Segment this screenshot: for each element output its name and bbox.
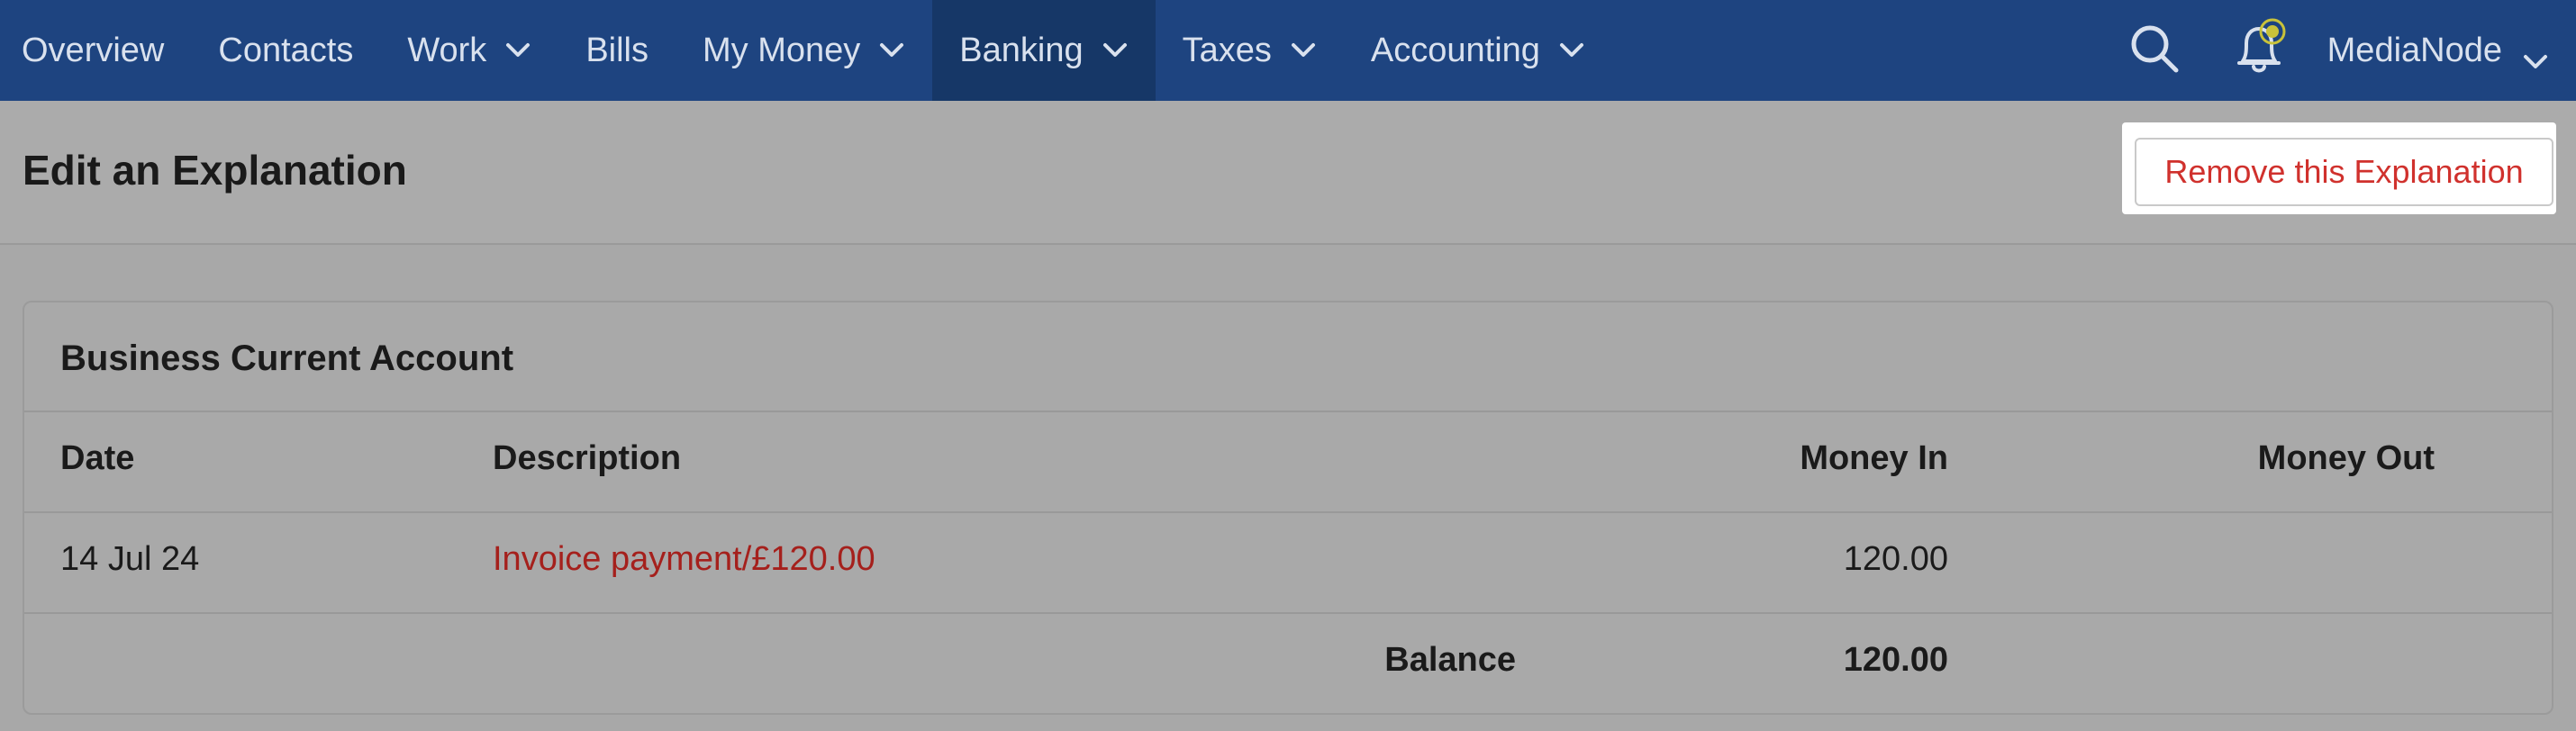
nav-item-label: Accounting — [1370, 31, 1540, 69]
account-title: Business Current Account — [60, 338, 514, 378]
top-nav: Overview Contacts Work Bills My Money Ba… — [0, 0, 2576, 101]
column-header-description: Description — [493, 439, 682, 477]
remove-explanation-button[interactable]: Remove this Explanation — [2135, 138, 2553, 206]
bell-icon — [2230, 16, 2288, 86]
nav-items: Overview Contacts Work Bills My Money Ba… — [0, 0, 1612, 101]
nav-item-label: Work — [407, 31, 487, 69]
nav-item-accounting[interactable]: Accounting — [1344, 0, 1612, 101]
page-title: Edit an Explanation — [23, 147, 407, 194]
divider — [24, 511, 2552, 513]
nav-item-my-money[interactable]: My Money — [676, 0, 932, 101]
nav-item-label: Contacts — [218, 31, 354, 69]
nav-item-overview[interactable]: Overview — [0, 0, 191, 101]
notifications-button[interactable] — [2230, 18, 2288, 79]
divider — [24, 411, 2552, 412]
account-name: MediaNode — [2327, 31, 2502, 69]
row-money-in: 120.00 — [1843, 540, 1948, 578]
row-description-link[interactable]: Invoice payment/£120.00 — [493, 540, 875, 579]
nav-item-label: Bills — [585, 31, 649, 69]
column-header-date: Date — [60, 439, 135, 477]
account-card: Business Current Account Date Descriptio… — [23, 301, 2553, 715]
nav-item-banking[interactable]: Banking — [932, 0, 1156, 101]
search-button[interactable] — [2126, 22, 2183, 79]
nav-item-label: Taxes — [1182, 31, 1272, 69]
balance-value: 120.00 — [1843, 641, 1948, 679]
divider — [24, 612, 2552, 614]
chevron-down-icon — [1290, 41, 1317, 59]
chevron-down-icon — [1558, 41, 1585, 59]
nav-item-label: Overview — [22, 31, 165, 69]
nav-item-taxes[interactable]: Taxes — [1156, 0, 1344, 101]
balance-label: Balance — [1384, 641, 1516, 679]
chevron-down-icon — [2522, 41, 2549, 68]
nav-item-label: Banking — [959, 31, 1084, 69]
chevron-down-icon — [1102, 41, 1129, 59]
column-header-money-in: Money In — [1800, 439, 1948, 477]
nav-item-work[interactable]: Work — [380, 0, 558, 101]
search-icon — [2127, 22, 2181, 80]
row-date: 14 Jul 24 — [60, 540, 200, 578]
column-header-money-out: Money Out — [2257, 439, 2435, 477]
nav-right: MediaNode — [2126, 0, 2576, 101]
chevron-down-icon — [878, 41, 905, 59]
account-menu[interactable]: MediaNode — [2327, 32, 2576, 70]
nav-item-label: My Money — [703, 31, 861, 69]
nav-item-contacts[interactable]: Contacts — [191, 0, 380, 101]
chevron-down-icon — [504, 41, 531, 59]
nav-item-bills[interactable]: Bills — [558, 0, 676, 101]
